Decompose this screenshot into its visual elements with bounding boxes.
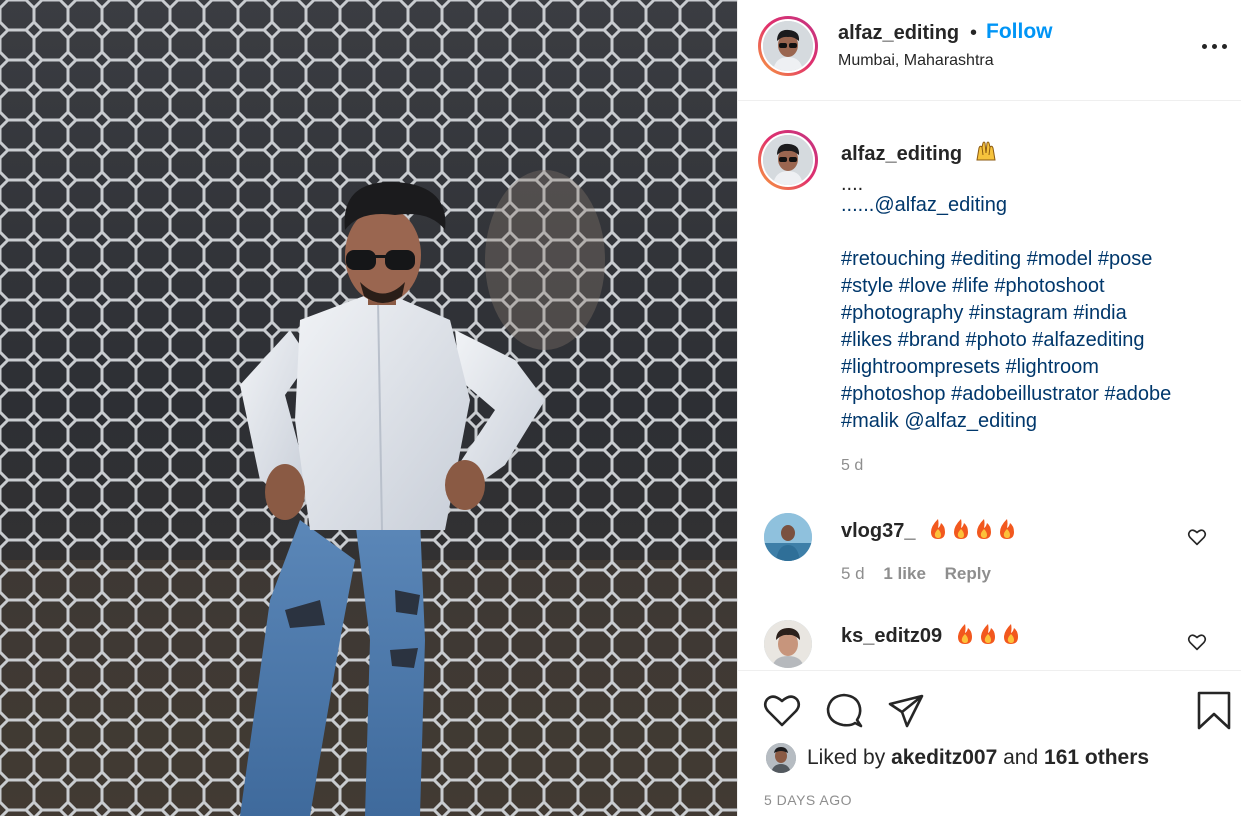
- reply-button[interactable]: Reply: [945, 564, 991, 583]
- caption-line-1: ....: [841, 173, 864, 195]
- bookmark-icon[interactable]: [1194, 691, 1234, 731]
- commenter-avatar[interactable]: [764, 620, 812, 668]
- fire-emoji-icon: [927, 517, 1019, 547]
- comment-text-row: vlog37_: [841, 517, 1019, 547]
- post-location[interactable]: Mumbai, Maharashtra: [838, 52, 994, 70]
- caption-author-avatar[interactable]: [758, 130, 818, 190]
- likes-others-link[interactable]: 161 others: [1044, 746, 1149, 769]
- caption-hashtags-line-3[interactable]: #photography #instagram #india: [841, 302, 1127, 325]
- author-avatar[interactable]: [758, 16, 818, 76]
- caption-hashtags-line-4[interactable]: #likes #brand #photo #alfazediting: [841, 329, 1145, 352]
- comment-likes-count[interactable]: 1 like: [883, 564, 926, 583]
- caption-username[interactable]: alfaz_editing: [841, 143, 962, 165]
- comment-username[interactable]: vlog37_: [841, 520, 915, 542]
- caption-hashtags-line-6[interactable]: #photoshop #adobeillustrator #adobe: [841, 383, 1171, 406]
- comment-timestamp[interactable]: 5 d: [841, 564, 865, 583]
- comment-text-row: ks_editz09: [841, 622, 1023, 652]
- author-username[interactable]: alfaz_editing: [838, 22, 959, 45]
- caption-hashtags-line-1[interactable]: #retouching #editing #model #pose: [841, 248, 1152, 271]
- paper-plane-icon[interactable]: [886, 691, 926, 731]
- liker-avatar[interactable]: [766, 743, 796, 773]
- comment-meta: 5 d 1 like Reply: [841, 564, 1005, 584]
- likes-prefix: Liked by: [807, 746, 892, 769]
- post-header: alfaz_editing • Follow Mumbai, Maharasht…: [738, 0, 1241, 101]
- likes-middle: and: [997, 746, 1045, 769]
- comment-item: vlog37_ 5 d 1 like Reply: [738, 505, 1241, 605]
- post-side-panel: alfaz_editing • Follow Mumbai, Maharasht…: [737, 0, 1241, 816]
- heart-outline-icon[interactable]: [1187, 633, 1207, 651]
- comment-username[interactable]: ks_editz09: [841, 625, 942, 647]
- caption-timestamp[interactable]: 5 d: [841, 457, 863, 475]
- caption-hashtags-line-7[interactable]: #malik @alfaz_editing: [841, 410, 1037, 433]
- commenter-avatar[interactable]: [764, 513, 812, 561]
- comment-bubble-icon[interactable]: [824, 691, 864, 731]
- heart-outline-icon[interactable]: [1187, 528, 1207, 546]
- post-date[interactable]: 5 DAYS AGO: [764, 792, 852, 808]
- liker-username[interactable]: akeditz007: [891, 746, 997, 769]
- post-photo[interactable]: [0, 0, 737, 816]
- raising-hands-emoji-icon: [974, 139, 998, 169]
- separator-dot: •: [970, 22, 978, 44]
- fire-emoji-icon: [954, 622, 1023, 652]
- caption-line-2[interactable]: ......@alfaz_editing: [841, 194, 1007, 217]
- post-actions: Liked by akeditz007 and 161 others 5 DAY…: [738, 670, 1241, 816]
- heart-outline-icon[interactable]: [762, 691, 802, 731]
- caption-hashtags-line-2[interactable]: #style #love #life #photoshoot: [841, 275, 1105, 298]
- more-options-icon[interactable]: [1202, 36, 1228, 58]
- caption-hashtags-line-5[interactable]: #lightroompresets #lightroom: [841, 356, 1099, 379]
- caption-username-row: alfaz_editing: [841, 139, 998, 169]
- follow-button[interactable]: Follow: [986, 20, 1053, 44]
- likes-text: Liked by akeditz007 and 161 others: [807, 746, 1149, 770]
- photo-image: [0, 0, 737, 816]
